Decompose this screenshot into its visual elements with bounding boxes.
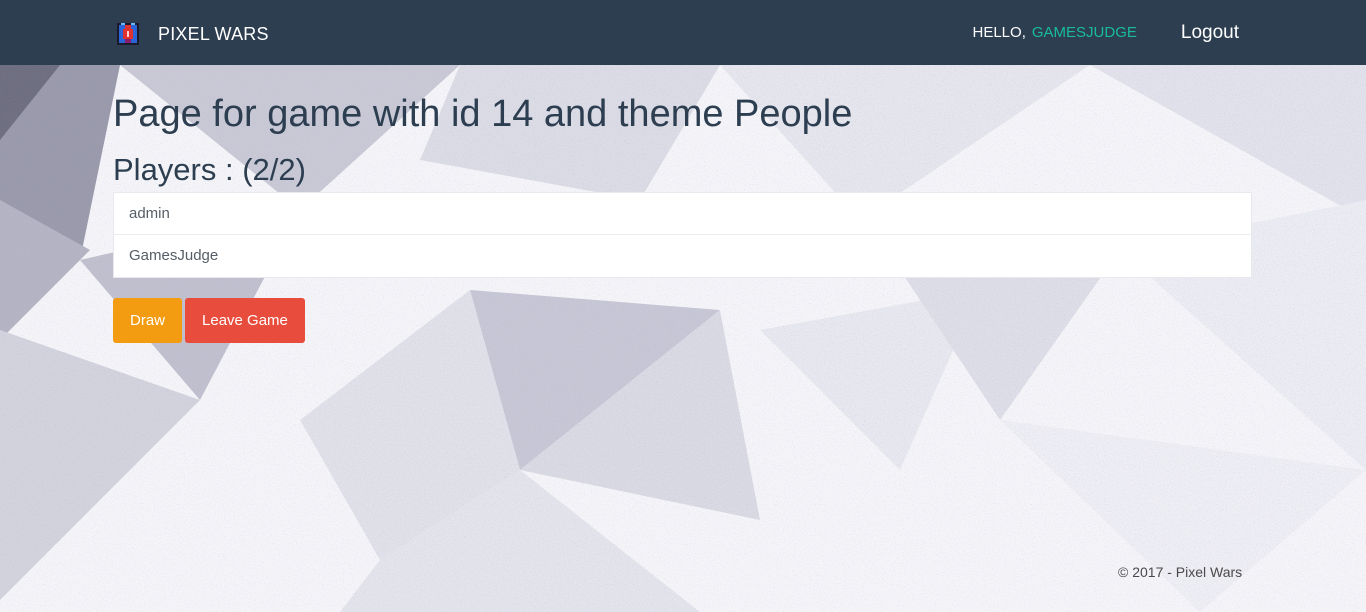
brand-title: PIXEL WARS [158,23,269,44]
greeting-text: HELLO, [972,24,1026,41]
draw-button[interactable]: Draw [113,298,183,343]
page-title: Page for game with id 14 and theme Peopl… [113,93,853,135]
leave-game-button[interactable]: Leave Game [185,298,305,343]
brand-link[interactable]: PIXEL WARS [113,18,269,50]
username-link[interactable]: GAMESJUDGE [1032,24,1137,41]
player-list-item: GamesJudge [129,247,219,264]
players-heading: Players : (2/2) [113,152,306,187]
logout-link[interactable]: Logout [1181,22,1239,44]
game-actions: Draw Leave Game [113,298,1253,343]
top-navbar: PIXEL WARS HELLO, GAMESJUDGE Logout [0,0,1366,65]
main-content: Page for game with id 14 and theme Peopl… [113,65,1253,343]
footer-copyright: © 2017 - Pixel Wars [1118,564,1243,580]
player-list-item: admin [114,193,1251,235]
player-list: admin GamesJudge [113,192,1252,278]
pixel-shield-logo-icon [117,23,139,45]
user-nav: HELLO, GAMESJUDGE Logout [973,0,1240,65]
